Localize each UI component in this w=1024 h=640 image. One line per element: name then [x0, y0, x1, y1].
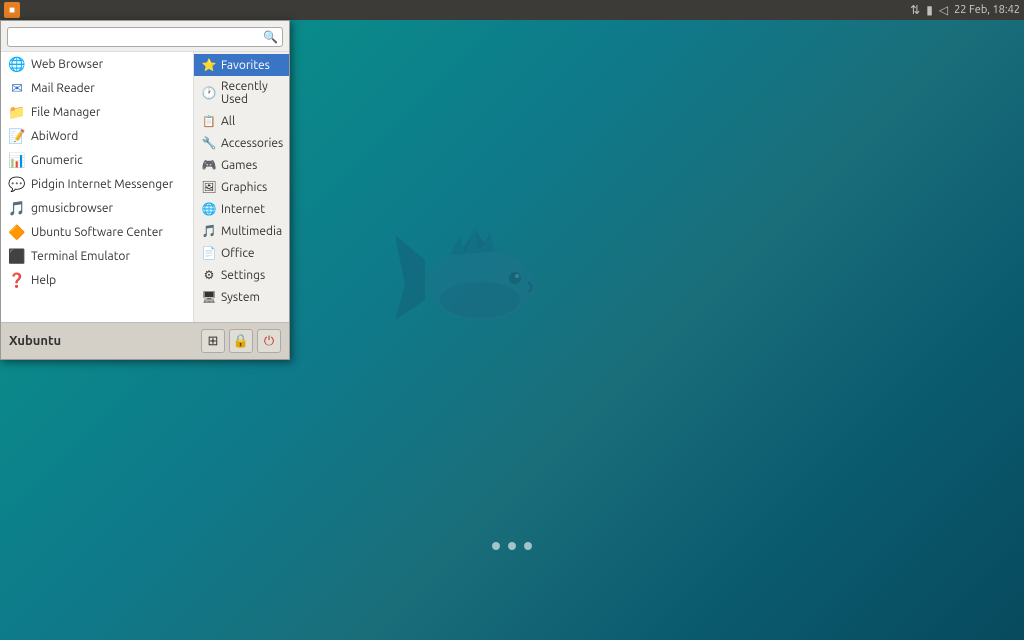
ubuntu-software-icon: 🔶: [9, 224, 25, 240]
fish-logo: [390, 220, 570, 350]
recently-used-icon: 🕐: [202, 86, 216, 100]
category-label-graphics: Graphics: [221, 181, 267, 194]
dot-1: [492, 542, 500, 550]
app-label-abiword: AbiWord: [31, 130, 78, 143]
category-label-multimedia: Multimedia: [221, 225, 282, 238]
search-input-wrapper: 🔍: [7, 27, 283, 47]
app-item-file-manager[interactable]: 📁 File Manager: [1, 100, 193, 124]
loading-dots: [492, 542, 532, 550]
app-item-mail-reader[interactable]: ✉ Mail Reader: [1, 76, 193, 100]
category-label-games: Games: [221, 159, 257, 172]
category-multimedia[interactable]: 🎵 Multimedia: [194, 220, 289, 242]
app-label-terminal: Terminal Emulator: [31, 250, 130, 263]
settings-icon: ⚙: [202, 268, 216, 282]
app-item-web-browser[interactable]: 🌐 Web Browser: [1, 52, 193, 76]
dot-3: [524, 542, 532, 550]
power-button[interactable]: ⏻: [257, 329, 281, 353]
mail-reader-icon: ✉: [9, 80, 25, 96]
app-item-gmusicbrowser[interactable]: 🎵 gmusicbrowser: [1, 196, 193, 220]
category-internet[interactable]: 🌐 Internet: [194, 198, 289, 220]
app-label-web-browser: Web Browser: [31, 58, 103, 71]
taskbar-right: ⇅ ▮ ◁ 22 Feb, 18:42: [910, 3, 1020, 17]
gmusicbrowser-icon: 🎵: [9, 200, 25, 216]
system-icon: 🖥: [202, 290, 216, 304]
app-menu-button[interactable]: ■: [4, 2, 20, 18]
categories-panel: ⭐ Favorites 🕐 Recently Used 📋 All 🔧 Acce…: [194, 52, 289, 322]
all-icon: 📋: [202, 114, 216, 128]
datetime: 22 Feb, 18:42: [954, 4, 1020, 16]
app-item-gnumeric[interactable]: 📊 Gnumeric: [1, 148, 193, 172]
switch-user-button[interactable]: ⊞: [201, 329, 225, 353]
category-label-all: All: [221, 115, 235, 128]
lock-screen-button[interactable]: 🔒: [229, 329, 253, 353]
category-settings[interactable]: ⚙ Settings: [194, 264, 289, 286]
category-label-accessories: Accessories: [221, 137, 283, 150]
favorites-icon: ⭐: [202, 58, 216, 72]
help-icon: ❓: [9, 272, 25, 288]
app-item-terminal[interactable]: ⬛ Terminal Emulator: [1, 244, 193, 268]
category-all[interactable]: 📋 All: [194, 110, 289, 132]
graphics-icon: 🖼: [202, 180, 216, 194]
category-label-office: Office: [221, 247, 255, 260]
search-input[interactable]: [12, 30, 263, 44]
internet-icon: 🌐: [202, 202, 216, 216]
category-graphics[interactable]: 🖼 Graphics: [194, 176, 289, 198]
category-label-recently-used: Recently Used: [221, 80, 281, 106]
taskbar-left: ■: [4, 2, 20, 18]
multimedia-icon: 🎵: [202, 224, 216, 238]
category-office[interactable]: 📄 Office: [194, 242, 289, 264]
category-games[interactable]: 🎮 Games: [194, 154, 289, 176]
app-label-gmusicbrowser: gmusicbrowser: [31, 202, 113, 215]
apps-panel: 🌐 Web Browser ✉ Mail Reader 📁 File Manag…: [1, 52, 194, 322]
gnumeric-icon: 📊: [9, 152, 25, 168]
dot-2: [508, 542, 516, 550]
category-system[interactable]: 🖥 System: [194, 286, 289, 308]
category-label-internet: Internet: [221, 203, 265, 216]
games-icon: 🎮: [202, 158, 216, 172]
category-label-system: System: [221, 291, 260, 304]
category-recently-used[interactable]: 🕐 Recently Used: [194, 76, 289, 110]
search-bar: 🔍: [1, 21, 289, 52]
taskbar: ■ ⇅ ▮ ◁ 22 Feb, 18:42: [0, 0, 1024, 20]
category-accessories[interactable]: 🔧 Accessories: [194, 132, 289, 154]
accessories-icon: 🔧: [202, 136, 216, 150]
app-item-pidgin[interactable]: 💬 Pidgin Internet Messenger: [1, 172, 193, 196]
app-label-ubuntu-software: Ubuntu Software Center: [31, 226, 163, 239]
battery-icon: ▮: [926, 3, 933, 17]
category-favorites[interactable]: ⭐ Favorites: [194, 54, 289, 76]
menu-body: 🌐 Web Browser ✉ Mail Reader 📁 File Manag…: [1, 52, 289, 322]
app-item-ubuntu-software[interactable]: 🔶 Ubuntu Software Center: [1, 220, 193, 244]
desktop: ■ ⇅ ▮ ◁ 22 Feb, 18:42: [0, 0, 1024, 640]
app-label-file-manager: File Manager: [31, 106, 100, 119]
app-label-pidgin: Pidgin Internet Messenger: [31, 178, 173, 191]
category-label-favorites: Favorites: [221, 59, 270, 72]
file-manager-icon: 📁: [9, 104, 25, 120]
app-label-help: Help: [31, 274, 56, 287]
network-icon: ⇅: [910, 3, 920, 17]
footer-buttons: ⊞ 🔒 ⏻: [201, 329, 281, 353]
terminal-icon: ⬛: [9, 248, 25, 264]
app-label-mail-reader: Mail Reader: [31, 82, 95, 95]
menu-footer: Xubuntu ⊞ 🔒 ⏻: [1, 322, 289, 359]
app-menu: 🔍 🌐 Web Browser ✉ Mail Reader 📁 File Man…: [0, 20, 290, 360]
footer-label: Xubuntu: [9, 334, 61, 348]
search-button[interactable]: 🔍: [263, 30, 278, 44]
abiword-icon: 📝: [9, 128, 25, 144]
app-item-help[interactable]: ❓ Help: [1, 268, 193, 292]
web-browser-icon: 🌐: [9, 56, 25, 72]
app-label-gnumeric: Gnumeric: [31, 154, 83, 167]
office-icon: 📄: [202, 246, 216, 260]
pidgin-icon: 💬: [9, 176, 25, 192]
app-item-abiword[interactable]: 📝 AbiWord: [1, 124, 193, 148]
volume-icon: ◁: [939, 3, 948, 17]
category-label-settings: Settings: [221, 269, 265, 282]
